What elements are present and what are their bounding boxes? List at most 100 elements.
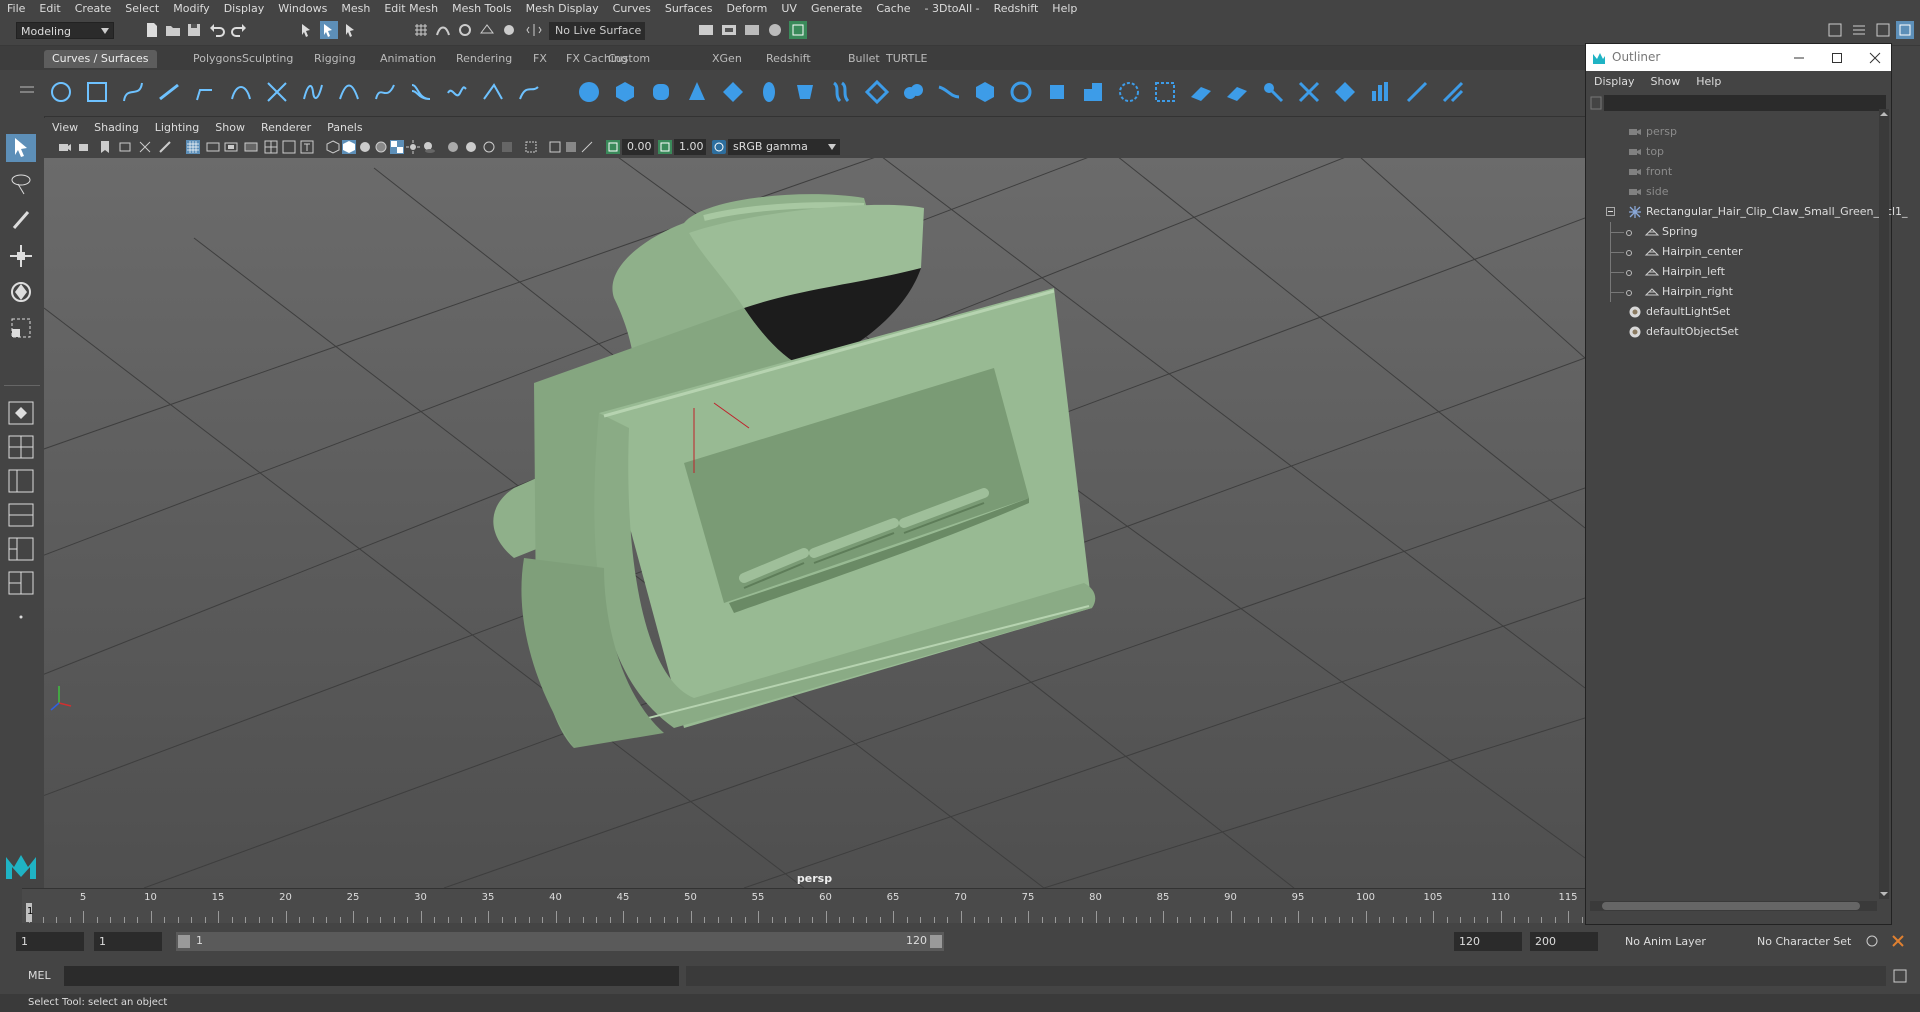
- auto-key-icon[interactable]: [1864, 933, 1880, 949]
- add-points-icon[interactable]: [480, 79, 506, 105]
- open-scene-icon[interactable]: [164, 21, 182, 39]
- panel-menu-panels[interactable]: Panels: [319, 121, 370, 134]
- menu-modify[interactable]: Modify: [166, 0, 216, 17]
- paint-select-tool-icon[interactable]: [6, 206, 36, 234]
- outliner-horizontal-scrollbar[interactable]: [1590, 901, 1877, 911]
- snap-grid-icon[interactable]: [412, 21, 430, 39]
- shelf-tab-curves-surfaces[interactable]: Curves / Surfaces: [44, 50, 157, 68]
- workspace-icon[interactable]: [1826, 21, 1844, 39]
- command-language-label[interactable]: MEL: [28, 969, 51, 982]
- render-settings-icon[interactable]: [743, 21, 761, 39]
- extend-curve-icon[interactable]: [372, 79, 398, 105]
- gate-mask-icon[interactable]: [244, 140, 258, 154]
- minimize-icon[interactable]: [1793, 52, 1805, 64]
- save-scene-icon[interactable]: [185, 21, 203, 39]
- shelf-tab-animation[interactable]: Animation: [372, 50, 444, 68]
- planar-icon[interactable]: [864, 79, 890, 105]
- loft-icon[interactable]: [828, 79, 854, 105]
- wireframe-on-shaded-icon[interactable]: [374, 140, 388, 154]
- use-default-material-icon[interactable]: [358, 140, 372, 154]
- outliner-item[interactable]: Hairpin_center: [1586, 242, 1876, 262]
- toolbox-more-icon[interactable]: [6, 603, 36, 631]
- outliner-menu-show[interactable]: Show: [1643, 75, 1689, 88]
- xray-icon[interactable]: [548, 140, 562, 154]
- shelf-settings-icon[interactable]: [14, 79, 40, 105]
- character-set-dropdown[interactable]: No Character Set: [1752, 932, 1862, 951]
- persp-graph-layout-icon[interactable]: [6, 501, 36, 529]
- exposure-field[interactable]: 0.00: [622, 139, 654, 155]
- outliner-item[interactable]: Spring: [1586, 222, 1876, 242]
- field-chart-icon[interactable]: [264, 140, 278, 154]
- detach-curves-icon[interactable]: [300, 79, 326, 105]
- time-slider[interactable]: 5 10 15 20 25 30 35 40 45 50 55 60 65 70 75 80 85 90 95 100…: [22, 888, 1585, 923]
- trim-tool-icon[interactable]: [1152, 79, 1178, 105]
- rebuild-surface-icon[interactable]: [1404, 79, 1430, 105]
- outliner-item[interactable]: top: [1586, 142, 1876, 162]
- filter-icon[interactable]: [1590, 96, 1602, 110]
- scroll-thumb[interactable]: [1602, 902, 1860, 910]
- screen-space-ao-icon[interactable]: [446, 140, 460, 154]
- rebuild-curve-icon[interactable]: [444, 79, 470, 105]
- gamma-field[interactable]: 1.00: [674, 139, 706, 155]
- select-hierarchy-icon[interactable]: [298, 21, 316, 39]
- channel-box-toggle-icon[interactable]: [1896, 21, 1914, 39]
- persp-uv-layout-icon[interactable]: [6, 569, 36, 597]
- four-view-layout-icon[interactable]: [6, 433, 36, 461]
- exposure-toggle-icon[interactable]: [606, 140, 620, 154]
- range-end-handle[interactable]: [930, 935, 942, 948]
- command-input[interactable]: [64, 966, 679, 986]
- revolve-icon[interactable]: [792, 79, 818, 105]
- menu-curves[interactable]: Curves: [606, 0, 658, 17]
- curve-editing-icon[interactable]: [516, 79, 542, 105]
- tool-settings-toggle-icon[interactable]: [1874, 21, 1892, 39]
- bookmark-icon[interactable]: [98, 140, 112, 154]
- shelf-tab-fx[interactable]: FX: [525, 50, 555, 68]
- shelf-tab-turtle[interactable]: TURTLE: [878, 50, 935, 68]
- select-tool-icon[interactable]: [6, 134, 36, 162]
- redo-icon[interactable]: [230, 21, 248, 39]
- script-editor-icon[interactable]: [1892, 968, 1908, 984]
- safe-action-icon[interactable]: [282, 140, 296, 154]
- multisample-aa-icon[interactable]: [482, 140, 496, 154]
- shelf-tab-redshift[interactable]: Redshift: [758, 50, 819, 68]
- color-management-icon[interactable]: [712, 140, 726, 154]
- outliner-item[interactable]: front: [1586, 162, 1876, 182]
- use-all-lights-icon[interactable]: [406, 140, 420, 154]
- boundary-icon[interactable]: [972, 79, 998, 105]
- arc-tool-icon[interactable]: [228, 79, 254, 105]
- camera-attributes-icon[interactable]: [78, 140, 92, 154]
- bevel-plus-icon[interactable]: [1044, 79, 1070, 105]
- snap-view-plane-icon[interactable]: [478, 21, 496, 39]
- undo-icon[interactable]: [208, 21, 226, 39]
- close-icon[interactable]: [1869, 52, 1881, 64]
- shelf-tab-xgen[interactable]: XGen: [704, 50, 750, 68]
- shelf-tab-rigging[interactable]: Rigging: [306, 50, 364, 68]
- square-surface-icon[interactable]: [1008, 79, 1034, 105]
- menu-cache[interactable]: Cache: [869, 0, 917, 17]
- menu-deform[interactable]: Deform: [719, 0, 774, 17]
- menu-file[interactable]: File: [0, 0, 32, 17]
- outliner-vertical-scrollbar[interactable]: [1879, 109, 1889, 899]
- nurbs-plane-icon[interactable]: [720, 79, 746, 105]
- extrude-icon[interactable]: [900, 79, 926, 105]
- untrim-icon[interactable]: [1188, 79, 1214, 105]
- xray-joints-icon[interactable]: [580, 140, 594, 154]
- attach-curves-icon[interactable]: [264, 79, 290, 105]
- menu-uv[interactable]: UV: [774, 0, 804, 17]
- snap-curve-icon[interactable]: [434, 21, 452, 39]
- menu-display[interactable]: Display: [217, 0, 272, 17]
- outliner-item[interactable]: defaultLightSet: [1586, 302, 1876, 322]
- attribute-editor-toggle-icon[interactable]: [1850, 21, 1868, 39]
- menu-mesh[interactable]: Mesh: [334, 0, 377, 17]
- motion-blur-icon[interactable]: [464, 140, 478, 154]
- make-live-icon[interactable]: [500, 21, 518, 39]
- outliner-item[interactable]: persp: [1586, 122, 1876, 142]
- outliner-search-field[interactable]: [1604, 95, 1886, 111]
- view-transform-dropdown[interactable]: sRGB gamma: [728, 139, 840, 155]
- select-camera-icon[interactable]: [58, 140, 72, 154]
- isolate-select-icon[interactable]: [524, 140, 538, 154]
- visibility-icon[interactable]: [1626, 290, 1632, 296]
- playback-prefs-icon[interactable]: [1890, 933, 1906, 949]
- outliner-menu-display[interactable]: Display: [1586, 75, 1643, 88]
- playback-end-field[interactable]: 120: [1454, 932, 1522, 951]
